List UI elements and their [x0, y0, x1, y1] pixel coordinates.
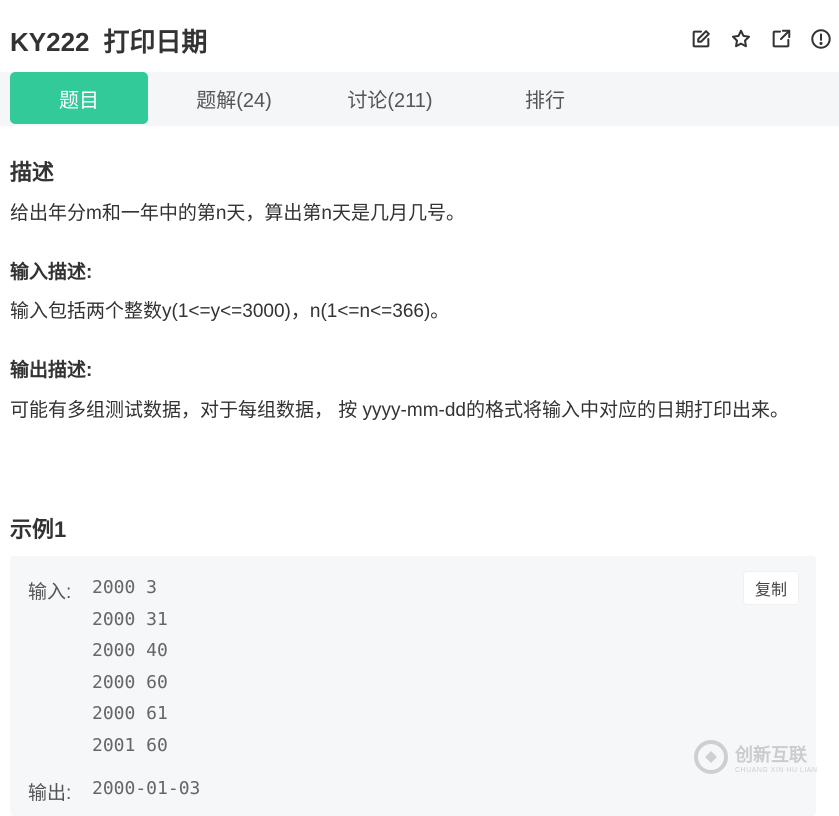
watermark-logo: 创新互联 CHUANG XIN HU LIAN	[693, 727, 833, 787]
problem-title: 打印日期	[103, 27, 208, 57]
watermark-text: 创新互联	[735, 744, 807, 765]
watermark-icon	[694, 740, 728, 774]
tab-ranking[interactable]: 排行	[460, 72, 630, 124]
page-title: KY222 打印日期	[10, 22, 208, 59]
input-line: 2000 31	[92, 608, 168, 630]
input-line: 2000 3	[92, 577, 158, 598]
input-line: 2000 40	[92, 640, 168, 661]
output-line: 2000-01-03	[92, 778, 201, 799]
watermark-subtext: CHUANG XIN HU LIAN	[735, 766, 818, 774]
star-icon[interactable]	[727, 26, 755, 52]
info-icon[interactable]	[807, 26, 835, 52]
header-actions	[687, 26, 835, 52]
output-desc-text: 可能有多组测试数据，对于每组数据， 按 yyyy-mm-dd的格式将输入中对应的…	[10, 400, 790, 421]
input-line: 2000 60	[92, 671, 168, 693]
description-text: 给出年分m和一年中的第n天，算出第n天是几月几号。	[10, 203, 465, 224]
problem-header: KY222 打印日期	[0, 0, 839, 72]
input-line: 2000 61	[92, 703, 168, 724]
tab-solutions[interactable]: 题解(24)	[148, 72, 320, 124]
description-heading: 描述	[10, 160, 55, 185]
output-lines: 2000-01-03	[92, 773, 200, 805]
input-desc-heading: 输入描述:	[10, 262, 93, 283]
external-link-icon[interactable]	[767, 26, 795, 52]
tab-bar: 题目 题解(24) 讨论(211) 排行	[0, 72, 839, 126]
edit-icon[interactable]	[687, 26, 715, 52]
tab-discussion[interactable]: 讨论(211)	[320, 72, 460, 124]
input-line: 2001 60	[92, 734, 168, 756]
input-desc-text: 输入包括两个整数y(1<=y<=3000)，n(1<=n<=366)。	[10, 301, 450, 322]
output-label: 输出:	[28, 783, 72, 804]
problem-code: KY222	[10, 27, 90, 57]
example-heading: 示例1	[10, 517, 67, 542]
input-label: 输入:	[28, 582, 72, 603]
output-desc-heading: 输出描述:	[10, 360, 93, 381]
copy-button[interactable]: 复制	[744, 572, 798, 604]
input-lines: 2000 3 2000 31 2000 40 2000 60 2000 61 2…	[92, 572, 168, 761]
tab-problem[interactable]: 题目	[10, 72, 148, 124]
